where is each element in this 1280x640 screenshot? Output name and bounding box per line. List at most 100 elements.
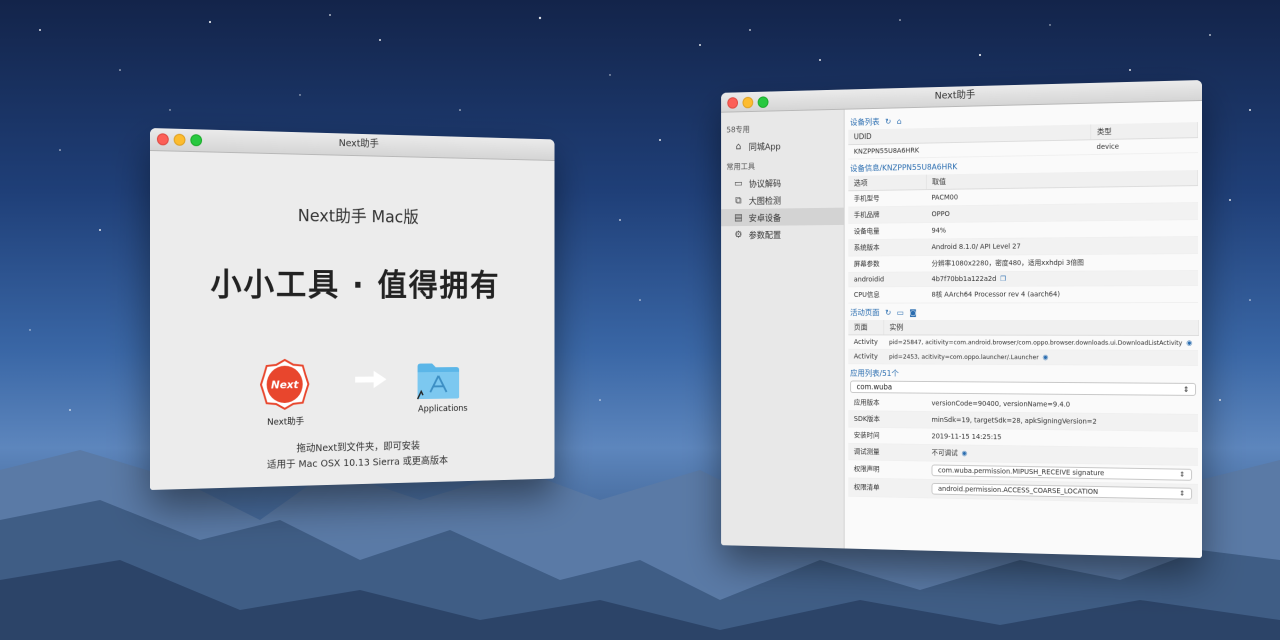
permission-list-select[interactable]: android.permission.ACCESS_COARSE_LOCATIO…	[931, 482, 1193, 500]
activity-instance-text: pid=2453, acitivity=com.oppo.launcher/.L…	[888, 353, 1039, 362]
activity-instance: pid=25847, acitivity=com.android.browser…	[883, 334, 1199, 351]
installer-slogan: 小小工具 · 值得拥有	[210, 265, 501, 304]
camera-icon[interactable]: ◙	[909, 308, 916, 317]
arrow-right-icon	[355, 370, 387, 389]
androidid-value: 4b7f70bb1a122a2d	[931, 275, 997, 284]
activity-table: 页面 实例 Activity pid=25847, acitivity=com.…	[848, 319, 1199, 366]
activity-type: Activity	[848, 349, 884, 364]
app-list-title: 应用列表/51个	[850, 368, 899, 378]
sidebar-item-android-device[interactable]: ▤ 安卓设备	[721, 207, 844, 227]
home-icon[interactable]: ⌂	[897, 117, 902, 126]
info-key: androidid	[848, 271, 926, 287]
info-value: 分辨率1080x2280，密度480，适用xxhdpi 3倍图	[925, 253, 1198, 272]
zoom-button[interactable]	[190, 134, 203, 147]
table-row: CPU信息 8核 AArch64 Processor rev 4 (aarch64…	[848, 285, 1198, 304]
install-hint: 拖动Next到文件夹，即可安装 适用于 Mac OSX 10.13 Sierra…	[150, 436, 554, 477]
next-main-window: Next助手 58专用 ⌂ 同城App 常用工具 ▭ 协议解码 ⧉ 大图检测 ▤…	[721, 80, 1202, 558]
sidebar-item-label: 协议解码	[748, 179, 782, 190]
device-type: device	[1090, 137, 1198, 155]
app-key: 权限声明	[848, 459, 926, 480]
app-select-value: com.wuba	[856, 382, 893, 392]
chevron-updown-icon: ⇕	[1182, 384, 1190, 394]
window-controls	[727, 96, 769, 109]
app-value: android.permission.ACCESS_COARSE_LOCATIO…	[925, 479, 1199, 504]
sidebar-item-settings[interactable]: ⚙ 参数配置	[721, 225, 844, 243]
activity-instance: pid=2453, acitivity=com.oppo.launcher/.L…	[883, 349, 1199, 366]
info-key: 系统版本	[848, 239, 926, 257]
minimize-button[interactable]	[742, 96, 754, 109]
app-key: SDK版本	[848, 410, 926, 429]
info-key: 手机品牌	[848, 206, 926, 224]
sidebar-item-label: 安卓设备	[748, 213, 782, 224]
table-row[interactable]: Activity pid=25847, acitivity=com.androi…	[848, 334, 1199, 351]
chevron-updown-icon: ⇕	[1179, 489, 1186, 498]
sidebar-item-label: 参数配置	[748, 230, 782, 241]
column-header: 选项	[848, 174, 926, 191]
debuggable-value: 不可调试	[931, 448, 958, 458]
app-key: 调试测量	[848, 443, 926, 461]
gear-icon: ⚙	[734, 229, 743, 240]
permission-declare-select[interactable]: com.wuba.permission.MIPUSH_RECEIVE signa…	[931, 464, 1193, 481]
info-key: 屏幕参数	[848, 255, 926, 273]
refresh-icon[interactable]: ↻	[885, 308, 891, 317]
column-header: 实例	[883, 319, 1199, 336]
app-logo-text: Next	[271, 378, 299, 391]
sidebar-item-protocol-decode[interactable]: ▭ 协议解码	[721, 173, 844, 192]
app-key: 权限清单	[848, 477, 926, 498]
installer-window-title: Next助手	[338, 138, 379, 150]
permission-declare-value: com.wuba.permission.MIPUSH_RECEIVE signa…	[938, 466, 1105, 478]
app-caption: Next助手	[267, 417, 305, 428]
info-value: 8核 AArch64 Processor rev 4 (aarch64)	[925, 285, 1198, 304]
home-icon: ⌂	[735, 141, 742, 152]
app-key: 应用版本	[848, 394, 926, 412]
sidebar-item-label: 大图检测	[748, 196, 782, 207]
close-button[interactable]	[156, 133, 169, 146]
copy-icon[interactable]: ❐	[1000, 275, 1006, 283]
eye-icon[interactable]: ◉	[1186, 339, 1192, 347]
sidebar-item-image-check[interactable]: ⧉ 大图检测	[721, 190, 844, 209]
eye-icon[interactable]: ◉	[1043, 353, 1049, 361]
folder-caption: Applications	[418, 404, 468, 415]
zoom-button[interactable]	[757, 96, 769, 109]
app-info-table: 应用版本 versionCode=90400, versionName=9.4.0…	[848, 394, 1199, 504]
activity-type: Activity	[848, 334, 884, 350]
table-row: 屏幕参数 分辨率1080x2280，密度480，适用xxhdpi 3倍图	[848, 253, 1198, 273]
app-key: 安装时间	[848, 427, 926, 445]
device-list-title: 设备列表	[850, 117, 880, 127]
info-key: 手机型号	[848, 189, 926, 208]
monitor-icon[interactable]: ▭	[897, 308, 904, 317]
window-controls	[156, 133, 203, 147]
info-key: 设备电量	[848, 222, 926, 240]
minimize-button[interactable]	[173, 133, 186, 146]
sidebar: 58专用 ⌂ 同城App 常用工具 ▭ 协议解码 ⧉ 大图检测 ▤ 安卓设备 ⚙…	[721, 109, 845, 550]
images-icon: ⧉	[735, 195, 742, 206]
device-info-title: 设备信息/KNZPPN55U8A6HRK	[850, 162, 958, 173]
installer-body: Next助手 Mac版 小小工具 · 值得拥有 Next Next助手 Appl…	[150, 151, 555, 490]
app-list-header: 应用列表/51个	[850, 368, 1196, 381]
app-select[interactable]: com.wuba ⇕	[850, 380, 1197, 396]
sidebar-item-tongcheng-app[interactable]: ⌂ 同城App	[721, 136, 844, 156]
refresh-icon[interactable]: ↻	[885, 117, 891, 126]
eye-icon[interactable]: ◉	[961, 449, 967, 457]
next-app-icon[interactable]: Next	[259, 358, 310, 411]
main-content: 设备列表 ↻ ⌂ UDID 类型 KNZPPN55U8A6HRK device …	[844, 101, 1202, 558]
applications-folder-icon[interactable]	[416, 360, 461, 401]
device-table: UDID 类型 KNZPPN55U8A6HRK device	[848, 122, 1198, 160]
activity-title: 活动页面	[850, 308, 880, 318]
close-button[interactable]	[727, 97, 739, 109]
table-row[interactable]: Activity pid=2453, acitivity=com.oppo.la…	[848, 349, 1199, 366]
table-row: androidid 4b7f70bb1a122a2d ❐	[848, 270, 1198, 287]
device-info-table: 选项 取值 手机型号 PACM00 手机品牌 OPPO 设备电量 94% 系统版本 An…	[848, 170, 1198, 304]
info-value: 4b7f70bb1a122a2d ❐	[925, 270, 1198, 287]
sidebar-item-label: 同城App	[748, 142, 781, 153]
monitor-icon: ▭	[734, 178, 743, 189]
activity-instance-text: pid=25847, acitivity=com.android.browser…	[888, 339, 1183, 347]
activity-header: 活动页面 ↻ ▭ ◙	[850, 307, 1196, 318]
main-window-title: Next助手	[934, 89, 976, 102]
info-key: CPU信息	[848, 286, 926, 304]
chevron-updown-icon: ⇕	[1179, 470, 1186, 479]
permission-list-value: android.permission.ACCESS_COARSE_LOCATIO…	[938, 484, 1099, 496]
info-value: Android 8.1.0/ API Level 27	[925, 236, 1198, 256]
installer-window: Next助手 Next助手 Mac版 小小工具 · 值得拥有 Next Next…	[150, 128, 555, 490]
column-header: 页面	[848, 319, 884, 335]
